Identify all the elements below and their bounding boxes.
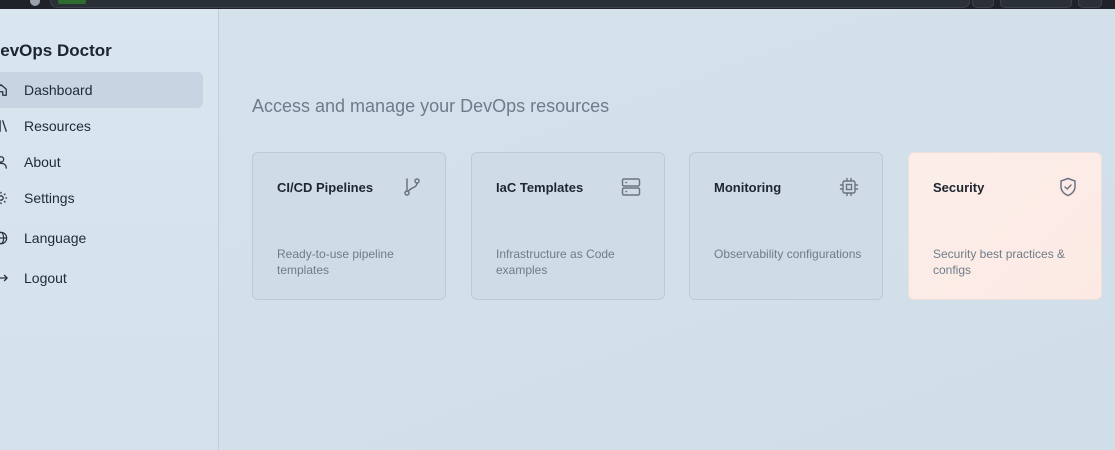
card-description: Observability configurations <box>714 247 862 261</box>
card-title: CI/CD Pipelines <box>277 180 374 195</box>
card-iac-templates[interactable]: IaC Templates Infrastructure as Code exa… <box>471 152 665 300</box>
card-description: Infrastructure as Code examples <box>496 247 615 277</box>
card-description: Ready-to-use pipeline templates <box>277 247 394 277</box>
menu-button[interactable] <box>1078 0 1102 8</box>
sidebar-item-about[interactable]: About <box>0 144 203 180</box>
sidebar-item-settings[interactable]: Settings <box>0 180 203 216</box>
app-title: DevOps Doctor <box>0 41 112 60</box>
card-title: Monitoring <box>714 180 782 195</box>
card-title: IaC Templates <box>496 180 584 195</box>
sidebar-item-dashboard[interactable]: Dashboard <box>0 72 203 108</box>
browser-toolbar <box>0 0 1115 9</box>
home-icon <box>0 84 7 96</box>
sidebar-item-label: Logout <box>24 270 67 286</box>
sidebar-item-label: About <box>24 154 61 170</box>
site-badge <box>58 0 86 4</box>
card-monitoring[interactable]: Monitoring Observability configurations <box>689 152 883 300</box>
extension-button[interactable] <box>972 0 994 8</box>
sidebar: DevOps Doctor Dashboard Resources About … <box>0 9 219 450</box>
main-content: Access and manage your DevOps resources … <box>220 9 1115 450</box>
card-description: Security best practices & configs <box>933 247 1066 277</box>
library-icon <box>0 120 7 132</box>
page-subtitle: Access and manage your DevOps resources <box>252 96 610 116</box>
address-bar[interactable] <box>50 0 970 8</box>
logout-icon <box>0 274 8 282</box>
sidebar-item-label: Dashboard <box>24 82 93 98</box>
git-branch-icon <box>404 178 420 196</box>
user-icon <box>0 156 7 169</box>
sidebar-item-resources[interactable]: Resources <box>0 108 203 144</box>
sidebar-item-label: Resources <box>24 118 91 134</box>
sidebar-item-label: Language <box>24 230 87 246</box>
card-security[interactable]: Security Security best practices & confi… <box>908 152 1102 300</box>
sidebar-item-language[interactable]: Language <box>0 220 203 256</box>
cpu-icon <box>839 177 859 197</box>
card-cicd-pipelines[interactable]: CI/CD Pipelines Ready-to-use pipeline te… <box>252 152 446 300</box>
globe-icon <box>0 231 8 245</box>
card-title: Security <box>933 180 985 195</box>
server-icon <box>621 178 641 196</box>
reload-icon[interactable] <box>30 0 40 6</box>
sidebar-item-logout[interactable]: Logout <box>0 260 203 296</box>
sidebar-item-label: Settings <box>24 190 75 206</box>
shield-check-icon <box>1060 177 1076 197</box>
gear-icon <box>0 191 8 205</box>
profile-button[interactable] <box>1000 0 1072 8</box>
